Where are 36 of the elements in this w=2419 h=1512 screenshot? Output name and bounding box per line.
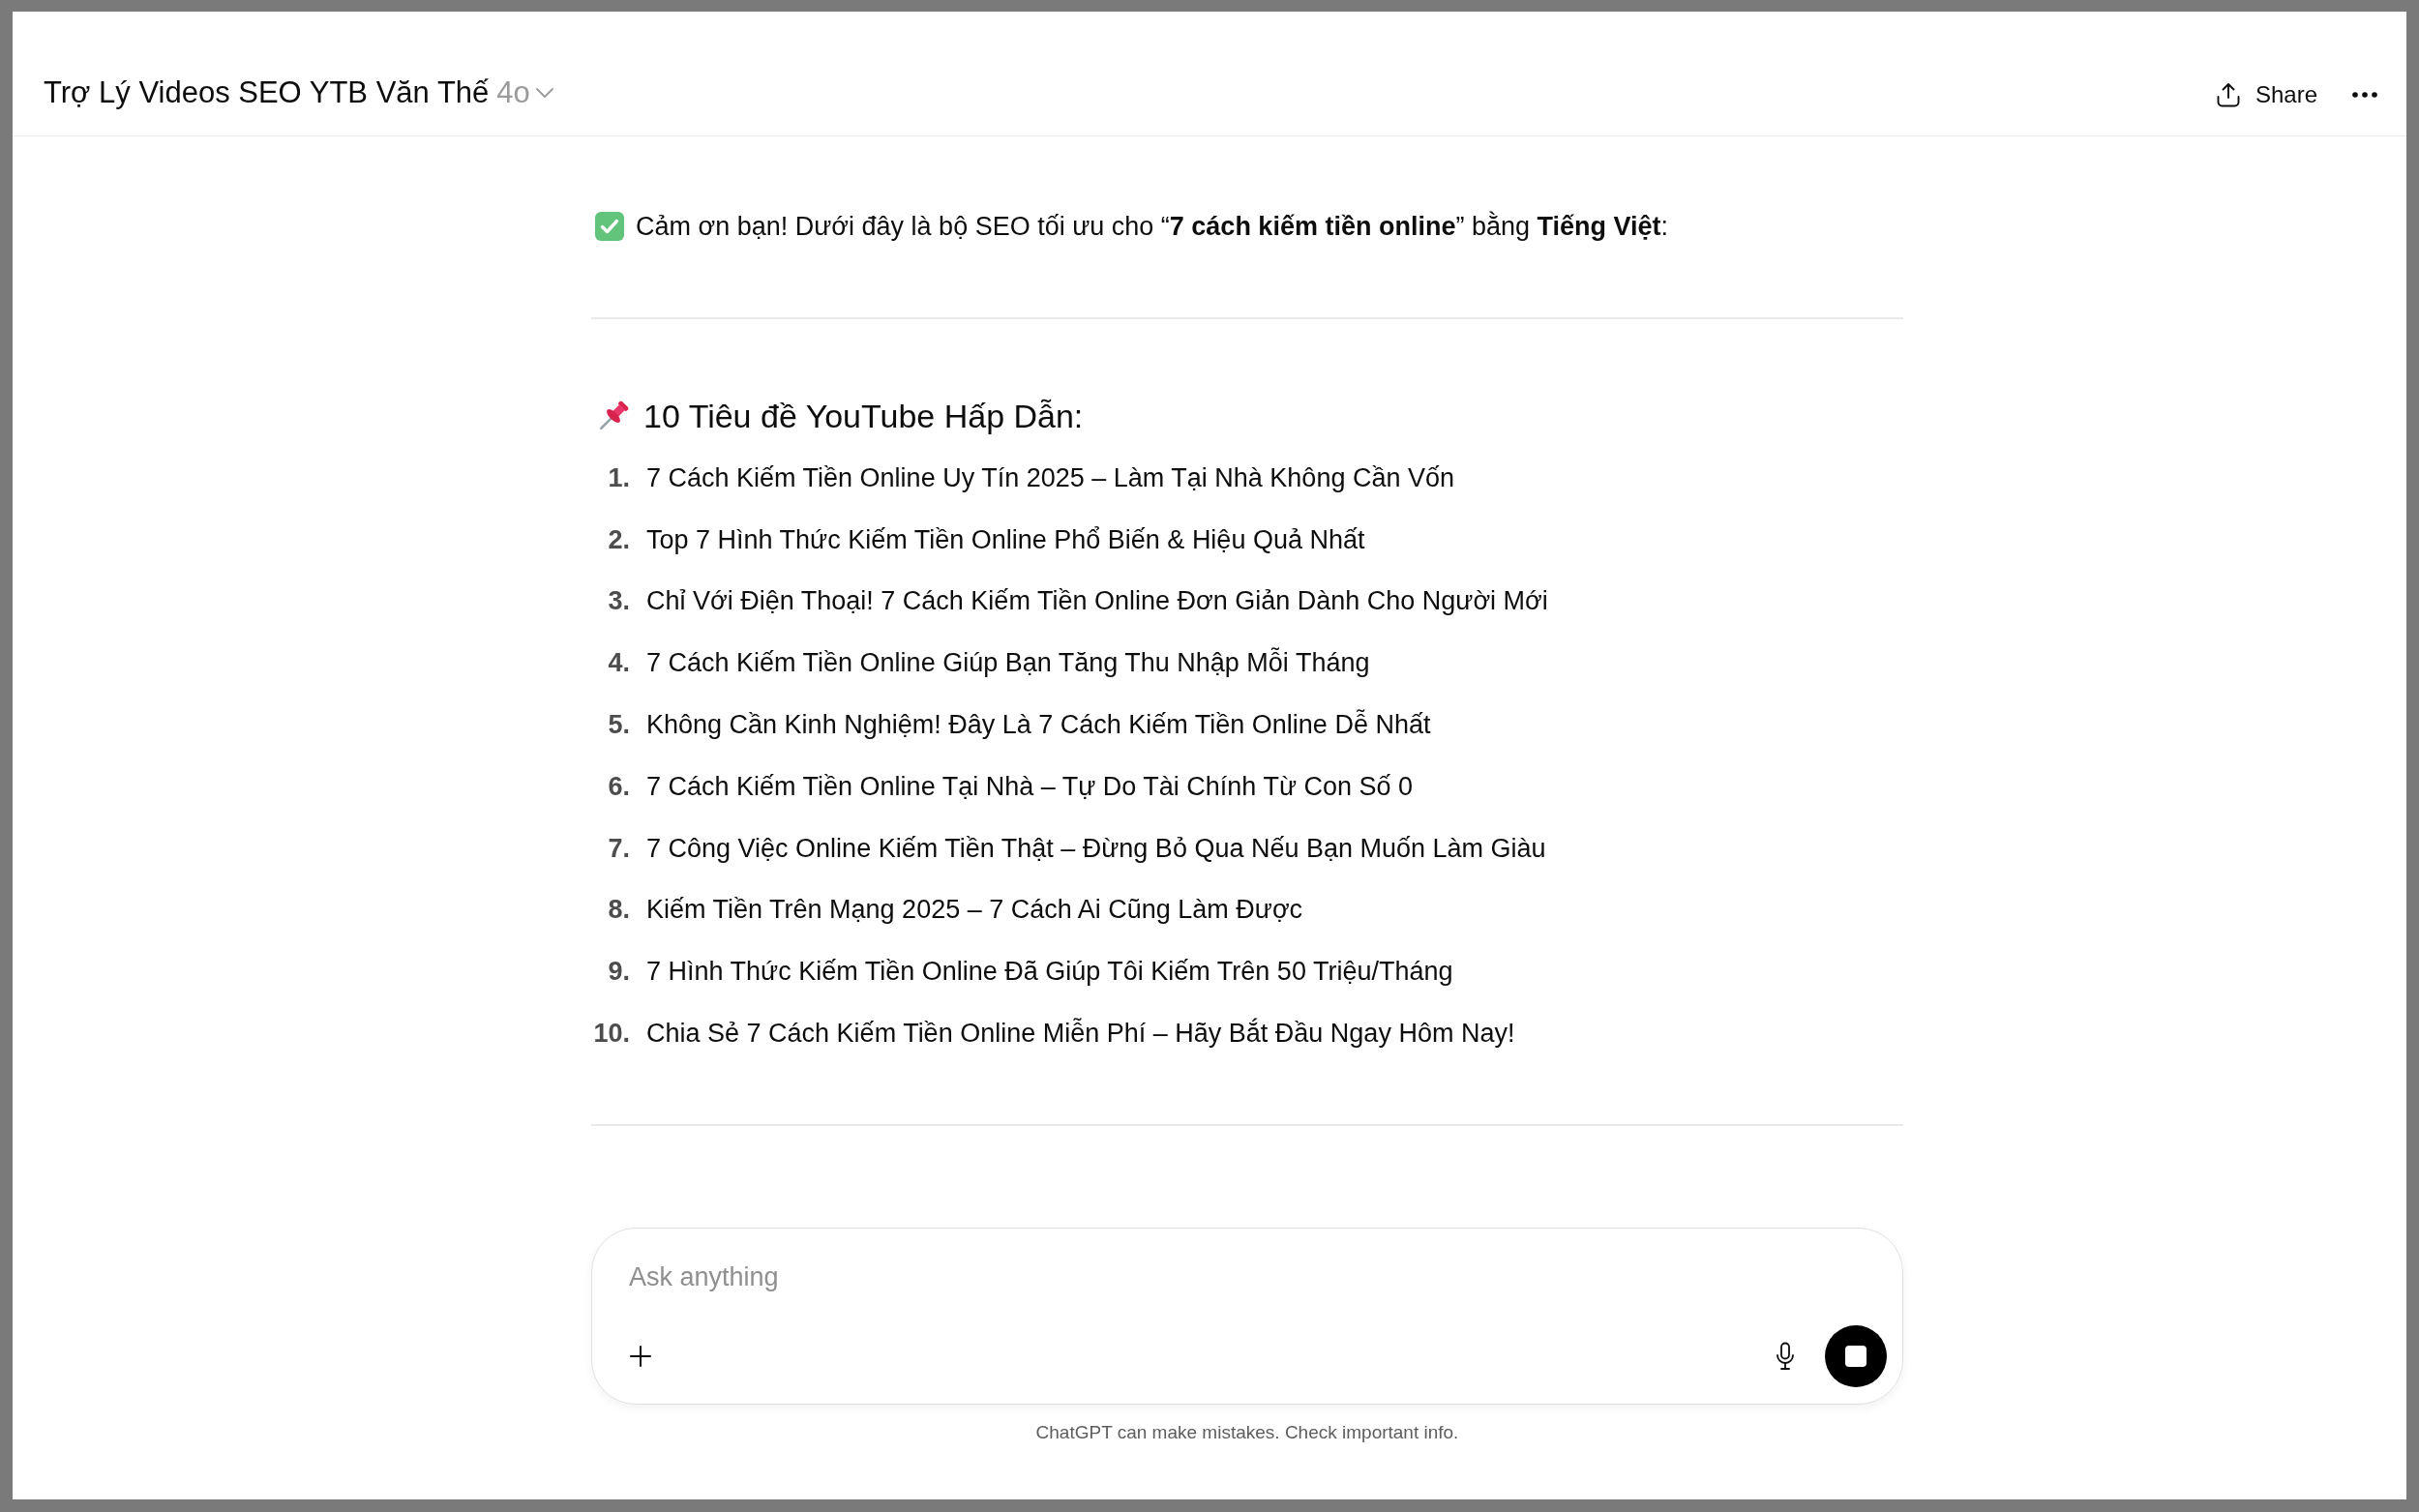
list-number: 2. bbox=[607, 524, 630, 555]
list-item-text: 7 Cách Kiếm Tiền Online Giúp Bạn Tăng Thu Nhập Mỗi Tháng bbox=[646, 648, 1370, 679]
microphone-button[interactable] bbox=[1776, 1341, 1795, 1371]
microphone-icon bbox=[1776, 1341, 1795, 1371]
plus-icon bbox=[629, 1344, 652, 1368]
disclaimer-text: ChatGPT can make mistakes. Check important info. bbox=[1034, 1420, 1460, 1444]
chevron-down-icon bbox=[535, 88, 553, 98]
more-button[interactable] bbox=[2352, 92, 2377, 98]
list-number: 5. bbox=[607, 710, 630, 741]
more-icon bbox=[2352, 92, 2377, 98]
title-dropdown[interactable]: Trợ Lý Videos SEO YTB Văn Thế 4o bbox=[44, 74, 553, 112]
list-number: 10. bbox=[592, 1019, 630, 1050]
list-number: 7. bbox=[607, 833, 630, 864]
add-button[interactable] bbox=[629, 1344, 652, 1368]
list-item-text: 7 Cách Kiếm Tiền Online Tại Nhà – Tự Do Tài Chính Từ Con Số 0 bbox=[646, 771, 1414, 802]
list-item-text: 7 Cách Kiếm Tiền Online Uy Tín 2025 – Làm Tại Nhà Không Cần Vốn bbox=[646, 462, 1454, 493]
checkmark-icon bbox=[595, 212, 624, 241]
list-item-text: 7 Công Việc Online Kiếm Tiền Thật – Đừng Bỏ Qua Nếu Bạn Muốn Làm Giàu bbox=[646, 833, 1546, 864]
section-heading: 10 Tiêu đề YouTube Hấp Dẫn: bbox=[643, 396, 1084, 436]
list-number: 6. bbox=[607, 771, 630, 802]
list-number: 3. bbox=[607, 586, 630, 617]
list-item-text: Chỉ Với Điện Thoại! 7 Cách Kiếm Tiền Online Đơn Giản Dành Cho Người Mới bbox=[646, 586, 1548, 617]
list-item-text: 7 Hình Thức Kiếm Tiền Online Đã Giúp Tôi Kiếm Trên 50 Triệu/Tháng bbox=[646, 957, 1453, 988]
intro-text: Cảm ơn bạn! Dưới đây là bộ SEO tối ưu cho “7 cách kiếm tiền online” bằng Tiếng Việt: bbox=[636, 210, 1669, 243]
list-number: 4. bbox=[607, 648, 630, 679]
list-number: 1. bbox=[607, 462, 630, 493]
share-button[interactable]: Share bbox=[2216, 77, 2317, 112]
list-item-text: Chia Sẻ 7 Cách Kiếm Tiền Online Miễn Phí – Hãy Bắt Đầu Ngay Hôm Nay! bbox=[646, 1019, 1515, 1050]
list-item-text: Kiếm Tiền Trên Mạng 2025 – 7 Cách Ai Cũng Làm Được bbox=[646, 895, 1303, 926]
list-item-text: Không Cần Kinh Nghiệm! Đây Là 7 Cách Kiếm Tiền Online Dễ Nhất bbox=[646, 710, 1431, 741]
list-item-text: Top 7 Hình Thức Kiếm Tiền Online Phổ Biến & Hiệu Quả Nhất bbox=[646, 524, 1365, 555]
upload-icon bbox=[2216, 82, 2240, 107]
message-input[interactable]: Ask anything bbox=[629, 1258, 1887, 1297]
list-number: 8. bbox=[607, 895, 630, 926]
stop-icon bbox=[1845, 1345, 1867, 1367]
list-number: 9. bbox=[607, 957, 630, 988]
